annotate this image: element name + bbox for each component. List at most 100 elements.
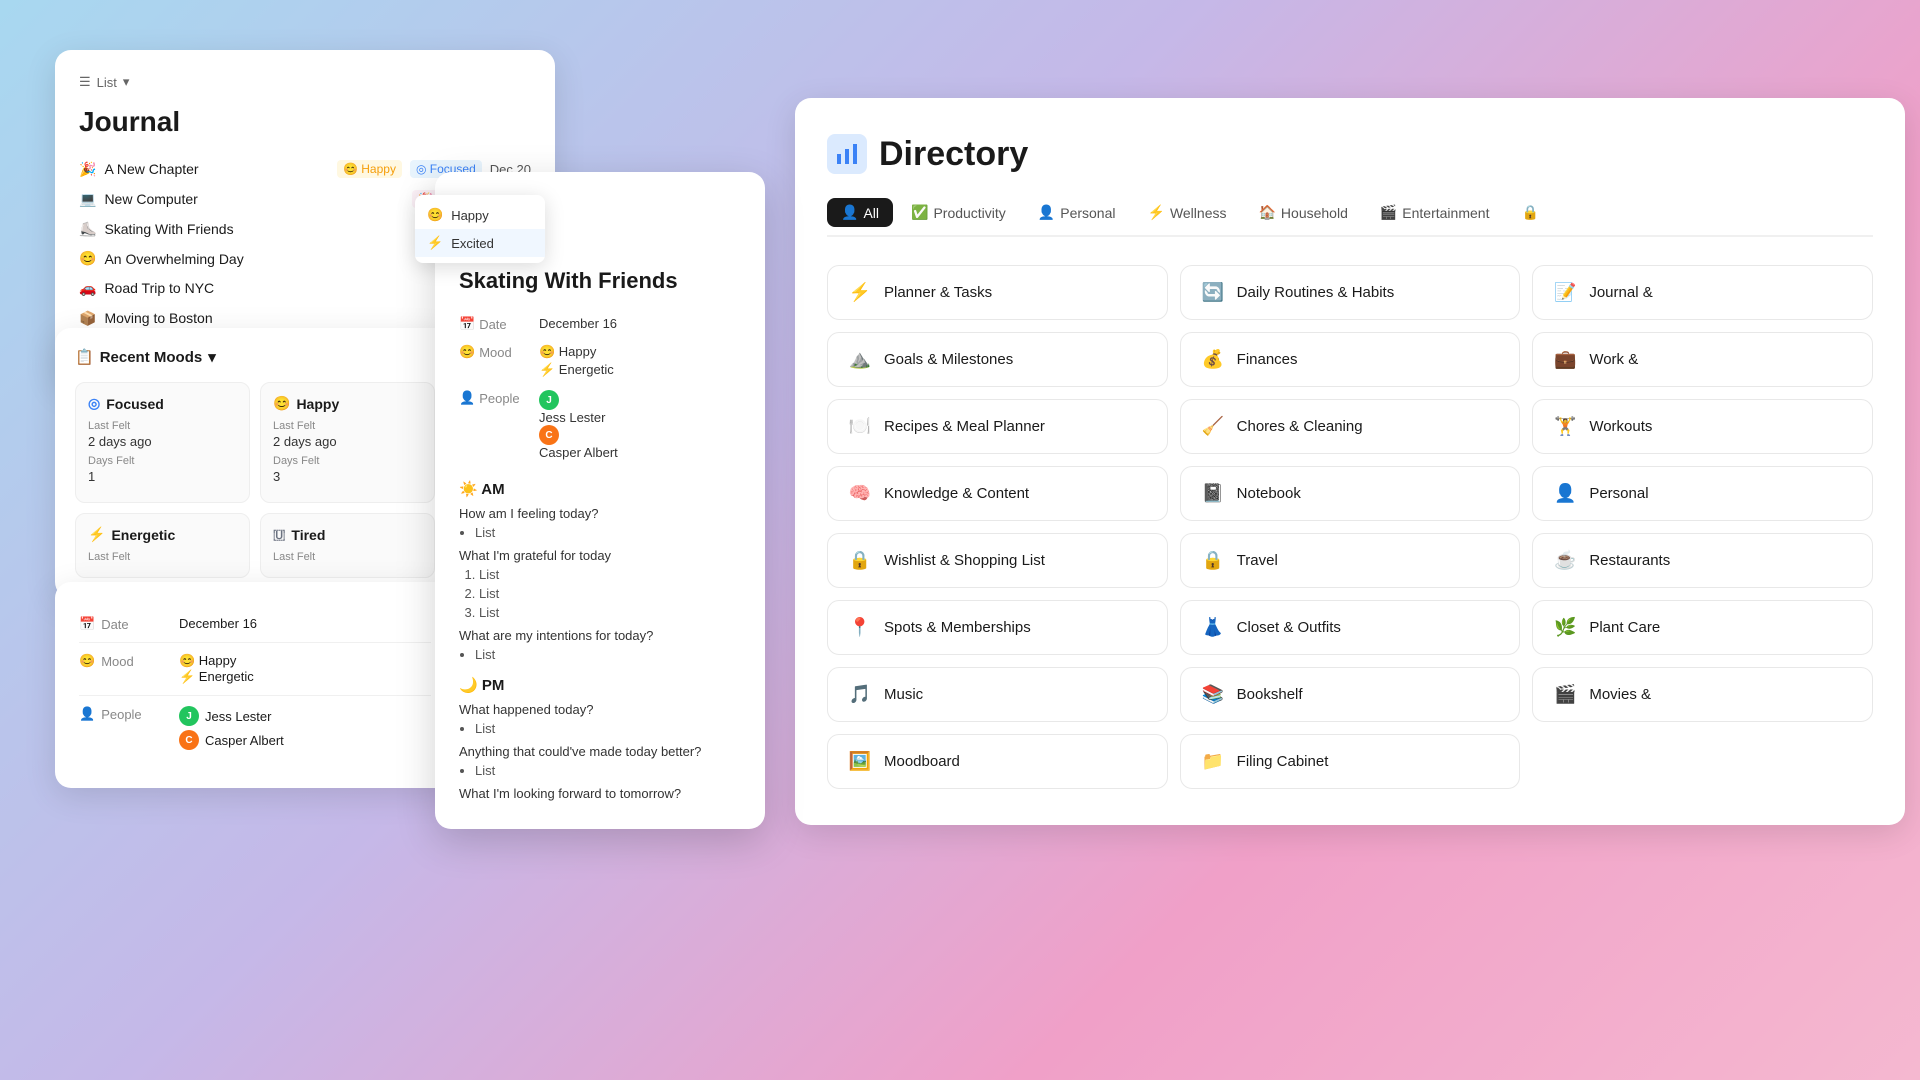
pm-section: 🌙 PM What happened today? List Anything … xyxy=(459,676,741,801)
dir-item-music[interactable]: 🎵 Music xyxy=(827,667,1168,722)
list-icon: ☰ xyxy=(79,74,91,90)
dir-item-journal[interactable]: 📝 Journal & xyxy=(1532,265,1873,320)
skating-title: Skating With Friends xyxy=(459,268,741,294)
knowledge-icon: 🧠 xyxy=(846,483,874,504)
dir-item-wishlist[interactable]: 🔒 Wishlist & Shopping List xyxy=(827,533,1168,588)
focused-icon: ◎ xyxy=(88,395,100,412)
dir-item-movies[interactable]: 🎬 Movies & xyxy=(1532,667,1873,722)
wishlist-icon: 🔒 xyxy=(846,550,874,571)
dir-item-restaurants[interactable]: ☕ Restaurants xyxy=(1532,533,1873,588)
tab-more[interactable]: 🔒 xyxy=(1507,198,1552,227)
routines-icon: 🔄 xyxy=(1199,282,1227,303)
dir-item-empty xyxy=(1532,734,1873,789)
dir-item-filing[interactable]: 📁 Filing Cabinet xyxy=(1180,734,1521,789)
dir-item-workouts[interactable]: 🏋️ Workouts xyxy=(1532,399,1873,454)
detail-date-row: 📅 Date December 16 xyxy=(79,606,431,643)
mood-tag-happy: 😊 Happy xyxy=(337,160,402,178)
mood-tired[interactable]: 🇺 Tired Last Felt xyxy=(260,513,435,578)
restaurants-icon: ☕ xyxy=(1551,550,1579,571)
dir-item-bookshelf[interactable]: 📚 Bookshelf xyxy=(1180,667,1521,722)
filing-icon: 📁 xyxy=(1199,751,1227,772)
moodboard-icon: 🖼️ xyxy=(846,751,874,772)
avatar-casper: C xyxy=(539,425,559,445)
work-icon: 💼 xyxy=(1551,349,1579,370)
directory-title: Directory xyxy=(879,135,1028,174)
dir-item-notebook[interactable]: 📓 Notebook xyxy=(1180,466,1521,521)
am-section: ☀️ AM How am I feeling today? List What … xyxy=(459,480,741,662)
happy-emoji: 😊 xyxy=(427,207,443,223)
plants-icon: 🌿 xyxy=(1551,617,1579,638)
workouts-icon: 🏋️ xyxy=(1551,416,1579,437)
dir-item-plants[interactable]: 🌿 Plant Care xyxy=(1532,600,1873,655)
moods-header: 📋 Recent Moods ▾ xyxy=(75,348,435,366)
happy-icon: 😊 xyxy=(273,395,290,412)
productivity-icon: ✅ xyxy=(911,204,928,221)
journal-title: Journal xyxy=(79,106,531,138)
tab-household[interactable]: 🏠 Household xyxy=(1244,198,1361,227)
card-header[interactable]: ☰ List ▾ xyxy=(79,74,531,90)
lock-icon: 🔒 xyxy=(1521,204,1538,221)
planner-icon: ⚡ xyxy=(846,282,874,303)
skating-journal-card: ⛸️ Skating With Friends 📅 Date December … xyxy=(435,172,765,829)
notebook-icon: 📓 xyxy=(1199,483,1227,504)
moods-icon: 📋 xyxy=(75,348,94,366)
dir-item-chores[interactable]: 🧹 Chores & Cleaning xyxy=(1180,399,1521,454)
calendar-icon: 📅 xyxy=(79,616,95,632)
dir-item-closet[interactable]: 👗 Closet & Outfits xyxy=(1180,600,1521,655)
chores-icon: 🧹 xyxy=(1199,416,1227,437)
dir-item-daily-routines[interactable]: 🔄 Daily Routines & Habits xyxy=(1180,265,1521,320)
household-icon: 🏠 xyxy=(1258,204,1275,221)
dir-item-planner[interactable]: ⚡ Planner & Tasks xyxy=(827,265,1168,320)
detail-mood-row: 😊 Mood 😊 Happy ⚡ Energetic xyxy=(79,643,431,696)
chevron-icon: ▾ xyxy=(208,348,216,366)
tab-entertainment[interactable]: 🎬 Entertainment xyxy=(1366,198,1504,227)
tab-wellness[interactable]: ⚡ Wellness xyxy=(1134,198,1241,227)
tab-all[interactable]: 👤 All xyxy=(827,198,893,227)
dropdown-item-happy[interactable]: 😊 Happy xyxy=(415,201,545,229)
dir-item-recipes[interactable]: 🍽️ Recipes & Meal Planner xyxy=(827,399,1168,454)
directory-header: Directory xyxy=(827,134,1873,174)
mood-happy[interactable]: 😊 Happy Last Felt 2 days ago Days Felt 3 xyxy=(260,382,435,503)
dir-item-goals[interactable]: ⛰️ Goals & Milestones xyxy=(827,332,1168,387)
mood-focused[interactable]: ◎ Focused Last Felt 2 days ago Days Felt… xyxy=(75,382,250,503)
dir-item-finances[interactable]: 💰 Finances xyxy=(1180,332,1521,387)
entry-emoji: 😊 xyxy=(79,250,96,267)
entertainment-icon: 🎬 xyxy=(1380,204,1397,221)
music-icon: 🎵 xyxy=(846,684,874,705)
wellness-icon: ⚡ xyxy=(1148,204,1165,221)
people-icon: 👤 xyxy=(459,390,475,406)
tired-icon: 🇺 xyxy=(273,526,285,543)
dir-item-personal[interactable]: 👤 Personal xyxy=(1532,466,1873,521)
entry-title: 🎉 A New Chapter xyxy=(79,161,199,178)
skating-people-field: 👤 People J Jess Lester C Casper Albert xyxy=(459,384,741,466)
finances-icon: 💰 xyxy=(1199,349,1227,370)
detail-people-row: 👤 People J Jess Lester C Casper Albert xyxy=(79,696,431,764)
dropdown-item-excited[interactable]: ⚡ Excited xyxy=(415,229,545,257)
directory-grid: ⚡ Planner & Tasks 🔄 Daily Routines & Hab… xyxy=(827,265,1873,789)
moods-grid: ◎ Focused Last Felt 2 days ago Days Felt… xyxy=(75,382,435,578)
travel-icon: 🔒 xyxy=(1199,550,1227,571)
person-casper: C Casper Albert xyxy=(179,730,284,750)
all-icon: 👤 xyxy=(841,204,858,221)
directory-card: Directory 👤 All ✅ Productivity 👤 Persona… xyxy=(795,98,1905,825)
mood-dropdown[interactable]: 😊 Happy ⚡ Excited xyxy=(415,195,545,263)
skating-date-field: 📅 Date December 16 xyxy=(459,310,741,338)
energetic-icon: ⚡ xyxy=(88,526,105,543)
person-jess: J Jess Lester xyxy=(179,706,284,726)
personal-icon: 👤 xyxy=(1551,483,1579,504)
dir-item-moodboard[interactable]: 🖼️ Moodboard xyxy=(827,734,1168,789)
personal-icon: 👤 xyxy=(1038,204,1055,221)
tab-personal[interactable]: 👤 Personal xyxy=(1024,198,1130,227)
dir-item-knowledge[interactable]: 🧠 Knowledge & Content xyxy=(827,466,1168,521)
entry-emoji: 🎉 xyxy=(79,161,96,178)
closet-icon: 👗 xyxy=(1199,617,1227,638)
entry-detail-card: 📅 Date December 16 😊 Mood 😊 Happy ⚡ Ener… xyxy=(55,582,455,788)
dir-item-work[interactable]: 💼 Work & xyxy=(1532,332,1873,387)
dir-item-spots[interactable]: 📍 Spots & Memberships xyxy=(827,600,1168,655)
directory-tabs: 👤 All ✅ Productivity 👤 Personal ⚡ Wellne… xyxy=(827,198,1873,237)
tab-productivity[interactable]: ✅ Productivity xyxy=(897,198,1020,227)
mood-icon: 😊 xyxy=(459,344,475,360)
avatar-casper: C xyxy=(179,730,199,750)
mood-energetic[interactable]: ⚡ Energetic Last Felt xyxy=(75,513,250,578)
dir-item-travel[interactable]: 🔒 Travel xyxy=(1180,533,1521,588)
